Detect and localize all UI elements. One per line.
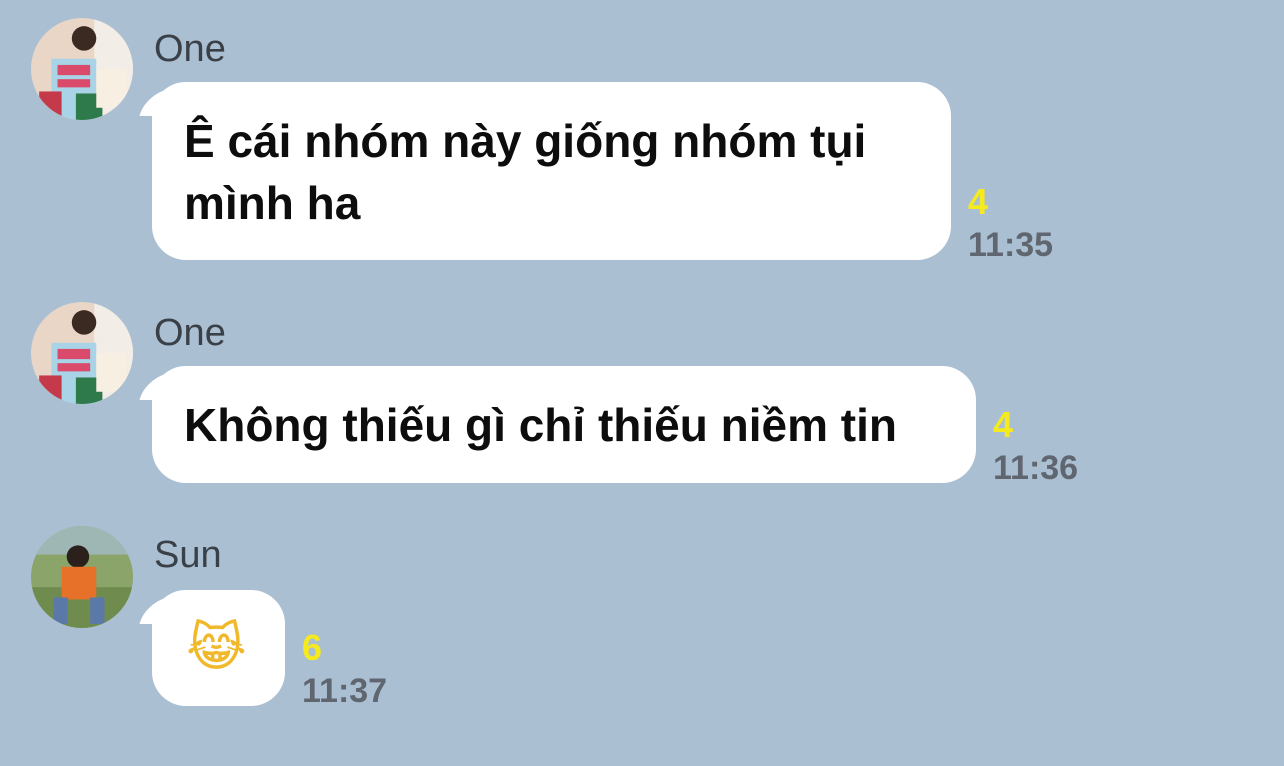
message-time: 11:37 bbox=[302, 672, 388, 710]
message-time: 11:36 bbox=[993, 449, 1079, 487]
message-text: Không thiếu gì chỉ thiếu niềm tin bbox=[184, 399, 897, 451]
profile-photo-icon bbox=[31, 302, 133, 404]
message-bubble[interactable]: Không thiếu gì chỉ thiếu niềm tin bbox=[152, 366, 976, 483]
avatar[interactable] bbox=[31, 302, 133, 404]
unread-count: 4 bbox=[968, 181, 989, 222]
unread-count: 4 bbox=[993, 404, 1014, 445]
profile-photo-icon bbox=[31, 18, 133, 120]
unread-count: 6 bbox=[302, 627, 323, 668]
message-meta: 4 11:35 bbox=[968, 181, 1054, 264]
sender-name: One bbox=[154, 28, 226, 70]
message-bubble[interactable]: Ê cái nhóm này giống nhóm tụi mình ha bbox=[152, 82, 951, 260]
profile-photo-icon bbox=[31, 526, 133, 628]
message-bubble[interactable]: 😹 bbox=[152, 590, 285, 706]
sender-name: One bbox=[154, 312, 226, 354]
avatar[interactable] bbox=[31, 18, 133, 120]
avatar[interactable] bbox=[31, 526, 133, 628]
sender-name: Sun bbox=[154, 534, 222, 576]
message-meta: 6 11:37 bbox=[302, 627, 388, 710]
crying-laughing-cat-emoji: 😹 bbox=[186, 618, 247, 678]
message-text: Ê cái nhóm này giống nhóm tụi mình ha bbox=[184, 115, 867, 229]
message-meta: 4 11:36 bbox=[993, 404, 1079, 487]
message-time: 11:35 bbox=[968, 226, 1054, 264]
